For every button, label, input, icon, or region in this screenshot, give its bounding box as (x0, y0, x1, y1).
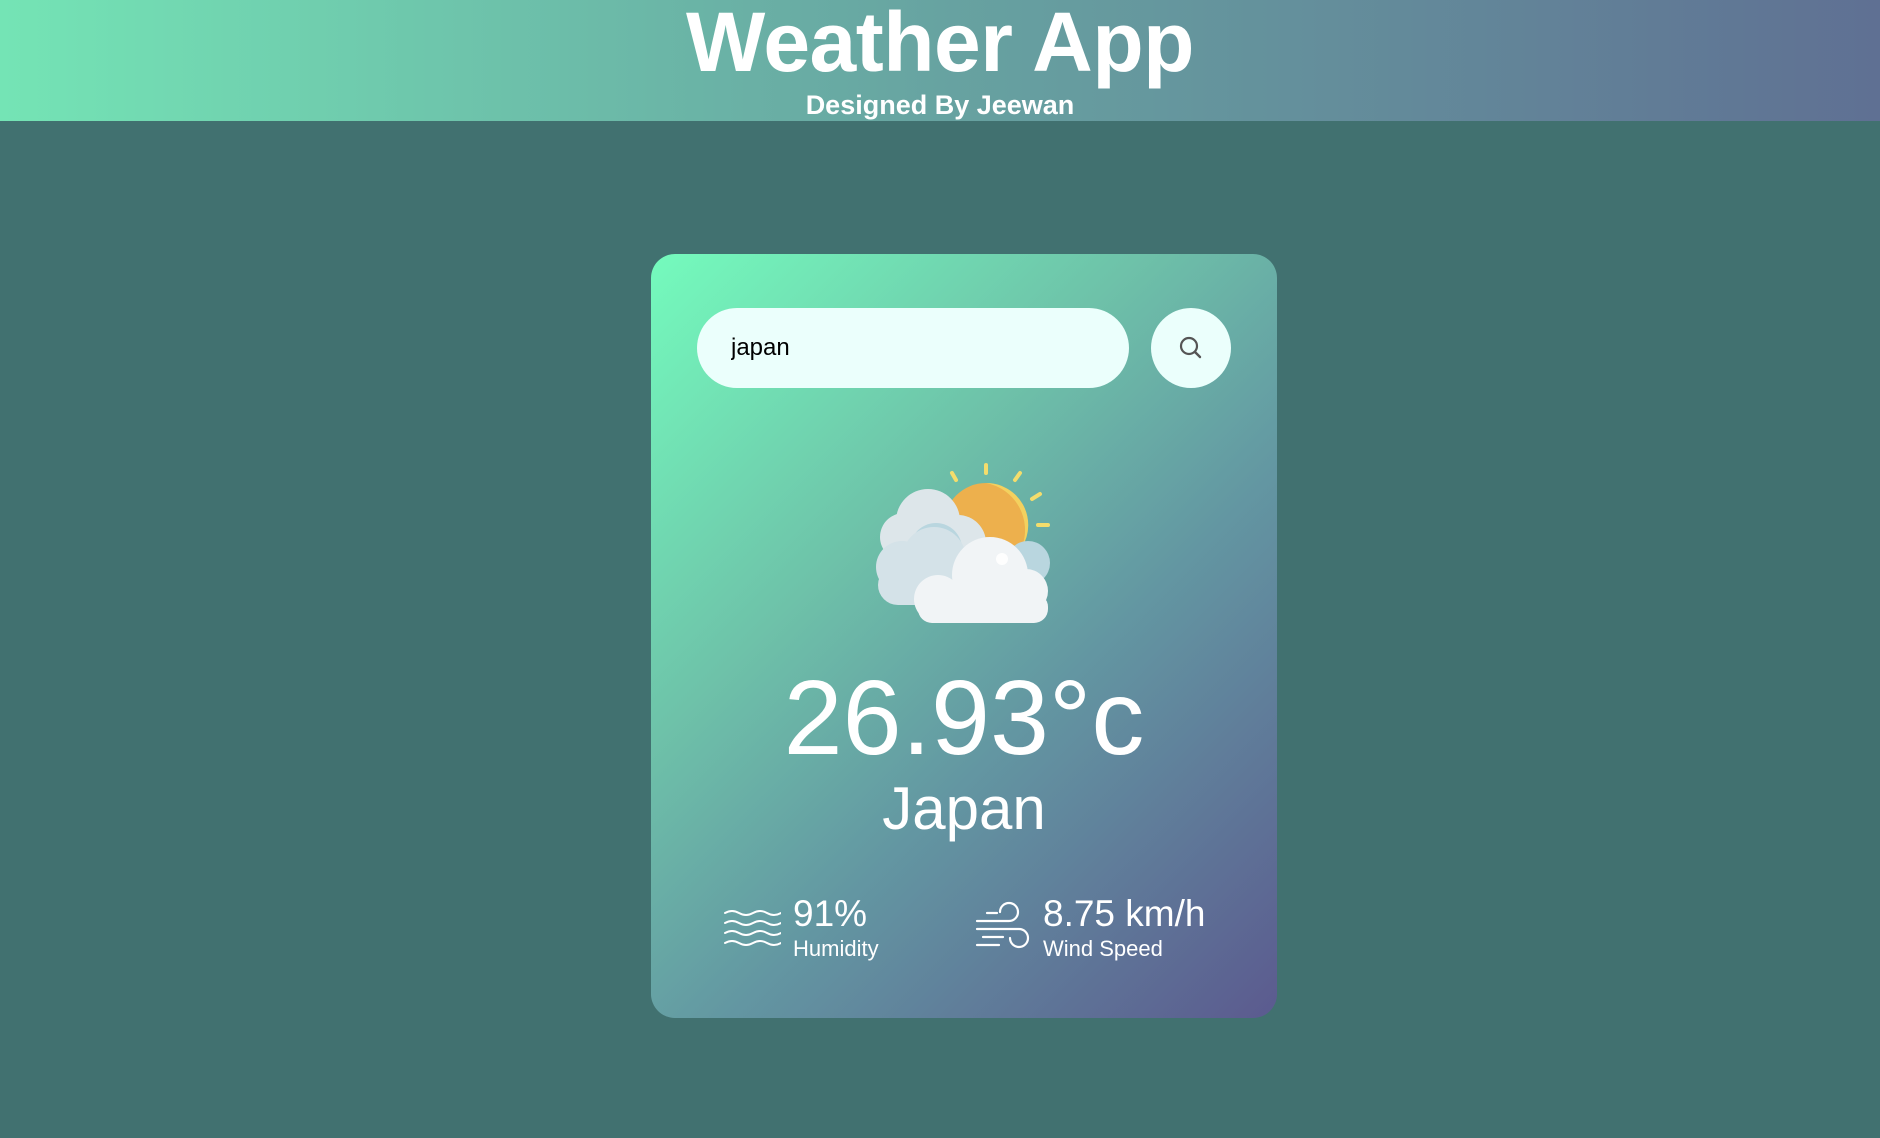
city-name: Japan (882, 775, 1046, 842)
wind-text: 8.75 km/h Wind Speed (1043, 894, 1205, 962)
wind-value: 8.75 km/h (1043, 893, 1206, 934)
app-header: Weather App Designed By Jeewan (0, 0, 1880, 121)
app-subtitle: Designed By Jeewan (805, 90, 1075, 120)
search-button[interactable] (1151, 308, 1231, 388)
partly-cloudy-sun-icon (876, 463, 1050, 623)
humidity-value: 91% (793, 893, 868, 934)
wind-icon (975, 901, 1030, 949)
search-icon (1179, 336, 1202, 359)
search-input[interactable] (697, 308, 1129, 388)
humidity-detail: 91% Humidity (723, 894, 879, 962)
weather-card: 26.93°c Japan 91% Humidity (651, 254, 1277, 1018)
wind-detail: 8.75 km/h Wind Speed (973, 894, 1205, 962)
humidity-text: 91% Humidity (793, 894, 879, 962)
app-title: Weather App (686, 0, 1194, 89)
weather-details: 91% Humidity 8.75 km/h Wind Speed (651, 894, 1277, 974)
humidity-label: Humidity (793, 936, 879, 961)
temperature: 26.93°c (783, 659, 1145, 777)
humidity-waves-icon (724, 910, 781, 946)
wind-label: Wind Speed (1043, 936, 1163, 961)
